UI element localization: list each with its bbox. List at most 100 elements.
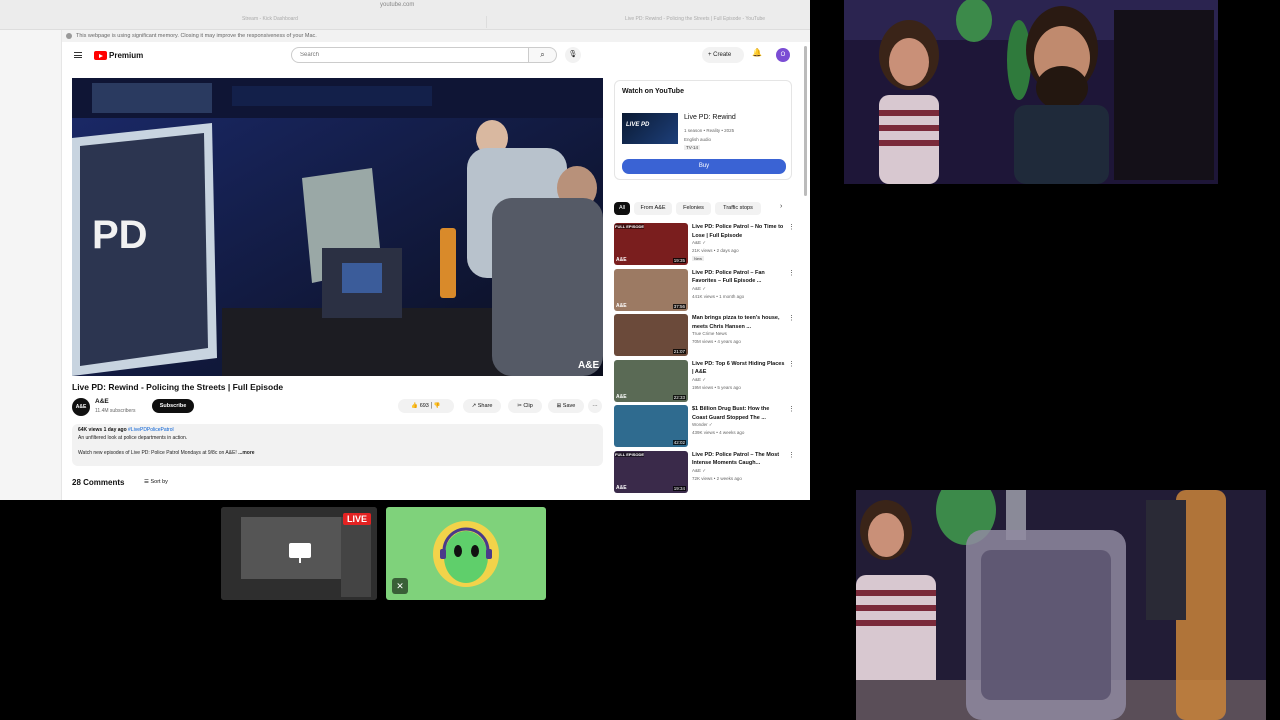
new-badge: New (692, 256, 705, 261)
youtube-page: Premium ⌕ 🎙 + Create 🔔 O (62, 42, 810, 500)
clip-label: Clip (523, 403, 533, 409)
video-duration: 21:07 (672, 349, 686, 354)
hashtag-link[interactable]: #LivePDPolicePatrol (128, 427, 174, 433)
watch-card-title[interactable]: Live PD: Rewind (684, 114, 736, 121)
account-avatar[interactable]: O (776, 48, 790, 62)
voice-search-button[interactable]: 🎙 (565, 47, 581, 63)
recommendation-title[interactable]: Live PD: Police Patrol – Fan Favorites –… (692, 269, 786, 286)
recommendation-thumbnail[interactable]: 42:02 (614, 405, 688, 447)
avatar-tile[interactable]: ✕ (386, 507, 546, 600)
browser-tab-youtube[interactable]: Live PD: Rewind - Policing the Streets |… (625, 16, 805, 28)
view-stats: 64K views 1 day ago (78, 427, 127, 433)
like-button[interactable]: 👍 693 │👎 (398, 399, 454, 413)
recommendation-channel[interactable]: A&E ✓ (692, 377, 706, 383)
youtube-logo-icon[interactable] (94, 51, 107, 60)
search-input[interactable] (291, 47, 529, 63)
menu-icon[interactable] (74, 52, 82, 58)
more-vert-icon[interactable]: ⋮ (788, 360, 795, 368)
recommendation-thumbnail[interactable]: FULL EPISODE A&E 19:34 (614, 450, 688, 493)
recommendation-title[interactable]: $1 Billion Drug Bust: How the Coast Guar… (692, 405, 786, 422)
recommendation-thumbnail[interactable]: A&E 22:33 (614, 359, 688, 402)
thumbnail-logo: A&E (616, 484, 627, 491)
browser-window: youtube.com Stream - Kick Dashboard Live… (0, 0, 810, 500)
webcam-feed-bottom (856, 490, 1266, 720)
thumbs-down-icon[interactable]: │👎 (430, 403, 440, 409)
recommendation-channel[interactable]: True Crime News (692, 331, 727, 336)
notifications-bell-icon[interactable]: 🔔 (752, 48, 762, 57)
youtube-premium-label[interactable]: Premium (109, 51, 143, 60)
chip-all[interactable]: All (614, 202, 630, 215)
recommendation-channel[interactable]: A&E ✓ (692, 468, 706, 474)
chip-from-ae[interactable]: From A&E (634, 202, 672, 215)
recommendation-title[interactable]: Live PD: Police Patrol – No Time to Lose… (692, 223, 786, 240)
video-duration: 42:02 (672, 440, 686, 445)
comments-count: 28 Comments (72, 478, 125, 487)
watch-on-youtube-card: Watch on YouTube LIVE PD Live PD: Rewind… (614, 80, 792, 180)
stream-layout: youtube.com Stream - Kick Dashboard Live… (0, 0, 1280, 720)
recommendation-title[interactable]: Man brings pizza to teen's house, meets … (692, 314, 786, 331)
channel-name[interactable]: A&E (95, 398, 109, 405)
recommendation-title[interactable]: Live PD: Police Patrol – The Most Intens… (692, 451, 786, 468)
page-scrollbar[interactable] (804, 46, 807, 196)
youtube-header: Premium ⌕ 🎙 + Create 🔔 O (62, 42, 810, 68)
browser-sidebar (0, 30, 62, 500)
more-vert-icon[interactable]: ⋮ (788, 223, 795, 231)
share-button[interactable]: ↗ Share (463, 399, 501, 413)
recommendation-meta: 21K views • 2 days ago (692, 248, 739, 253)
screen-share-tile[interactable]: LIVE (221, 507, 377, 600)
like-count: 693 (419, 403, 429, 409)
description-text: An unfiltered look at police departments… (78, 435, 188, 441)
thumbnail-logo: A&E (616, 393, 627, 400)
recommendation-item[interactable]: 21:07 Man brings pizza to teen's house, m… (614, 314, 804, 356)
alien-avatar-icon (433, 521, 499, 587)
chip-traffic-stops[interactable]: Traffic stops (715, 202, 761, 215)
recommendation-item[interactable]: 42:02 $1 Billion Drug Bust: How the Coast… (614, 405, 804, 447)
channel-avatar[interactable]: A&E (72, 398, 90, 416)
recommendation-item[interactable]: FULL EPISODE A&E 19:35 Live PD: Police Patr… (614, 223, 804, 265)
search-button[interactable]: ⌕ (529, 47, 557, 63)
video-overlay-pd: PD (92, 213, 148, 257)
recommendation-meta: 72K views • 2 weeks ago (692, 475, 742, 481)
recommendation-channel[interactable]: Wonder ✓ (692, 422, 713, 428)
recommendation-thumbnail[interactable]: FULL EPISODE A&E 19:35 (614, 223, 688, 265)
browser-tab-kick[interactable]: Stream - Kick Dashboard (242, 16, 487, 28)
video-player[interactable]: PD A&E (72, 78, 603, 376)
video-duration: 19:34 (672, 485, 686, 491)
info-icon (66, 33, 72, 39)
chip-felonies[interactable]: Felonies (676, 202, 711, 215)
recommendation-title[interactable]: Live PD: Top 6 Worst Hiding Places | A&E (692, 360, 786, 377)
recommendation-channel[interactable]: A&E ✓ (692, 286, 706, 292)
more-actions-button[interactable]: ··· (588, 399, 602, 413)
thumbnail-logo: A&E (616, 257, 627, 263)
recommendation-item[interactable]: FULL EPISODE A&E 19:34 Live PD: Police Patr… (614, 450, 804, 493)
recommendation-thumbnail[interactable]: 21:07 (614, 314, 688, 356)
recommendation-item[interactable]: A&E 22:33 Live PD: Top 6 Worst Hiding Plac… (614, 359, 804, 402)
watch-card-thumbnail[interactable]: LIVE PD (622, 113, 678, 144)
chevron-right-icon[interactable]: › (780, 203, 782, 210)
memory-warning-text: This webpage is using significant memory… (76, 33, 317, 39)
address-bar[interactable]: youtube.com (380, 2, 414, 8)
recommendation-item[interactable]: A&E 37:56 Live PD: Police Patrol – Fan Fav… (614, 268, 804, 311)
sort-comments-button[interactable]: ☰ Sort by (144, 479, 168, 485)
thumbnail-banner: FULL EPISODE (615, 451, 645, 457)
show-more-link[interactable]: ...more (238, 450, 254, 456)
more-vert-icon[interactable]: ⋮ (788, 451, 795, 459)
mic-off-icon: ✕ (392, 578, 408, 594)
subscribe-button[interactable]: Subscribe (152, 399, 194, 413)
clip-button[interactable]: ✂ Clip (508, 399, 542, 413)
save-button[interactable]: ⊞ Save (548, 399, 584, 413)
buy-button[interactable]: Buy (622, 159, 786, 174)
create-button[interactable]: + Create (702, 47, 744, 63)
more-vert-icon[interactable]: ⋮ (788, 269, 795, 277)
recommendation-channel[interactable]: A&E ✓ (692, 240, 706, 246)
filter-chips: All From A&E Felonies Traffic stops › (614, 202, 792, 216)
more-vert-icon[interactable]: ⋮ (788, 314, 795, 322)
video-description[interactable]: 64K views 1 day ago #LivePDPolicePatrol … (72, 424, 603, 466)
more-vert-icon[interactable]: ⋮ (788, 405, 795, 413)
sort-label: Sort by (150, 479, 168, 485)
webcam-bottom-image (856, 490, 1266, 720)
recommendation-meta: 19M views • 5 years ago (692, 384, 741, 390)
recommendation-thumbnail[interactable]: A&E 37:56 (614, 268, 688, 311)
share-label: Share (477, 403, 493, 409)
watch-card-season-info: 1 season • Reality • 2025 (684, 128, 735, 133)
